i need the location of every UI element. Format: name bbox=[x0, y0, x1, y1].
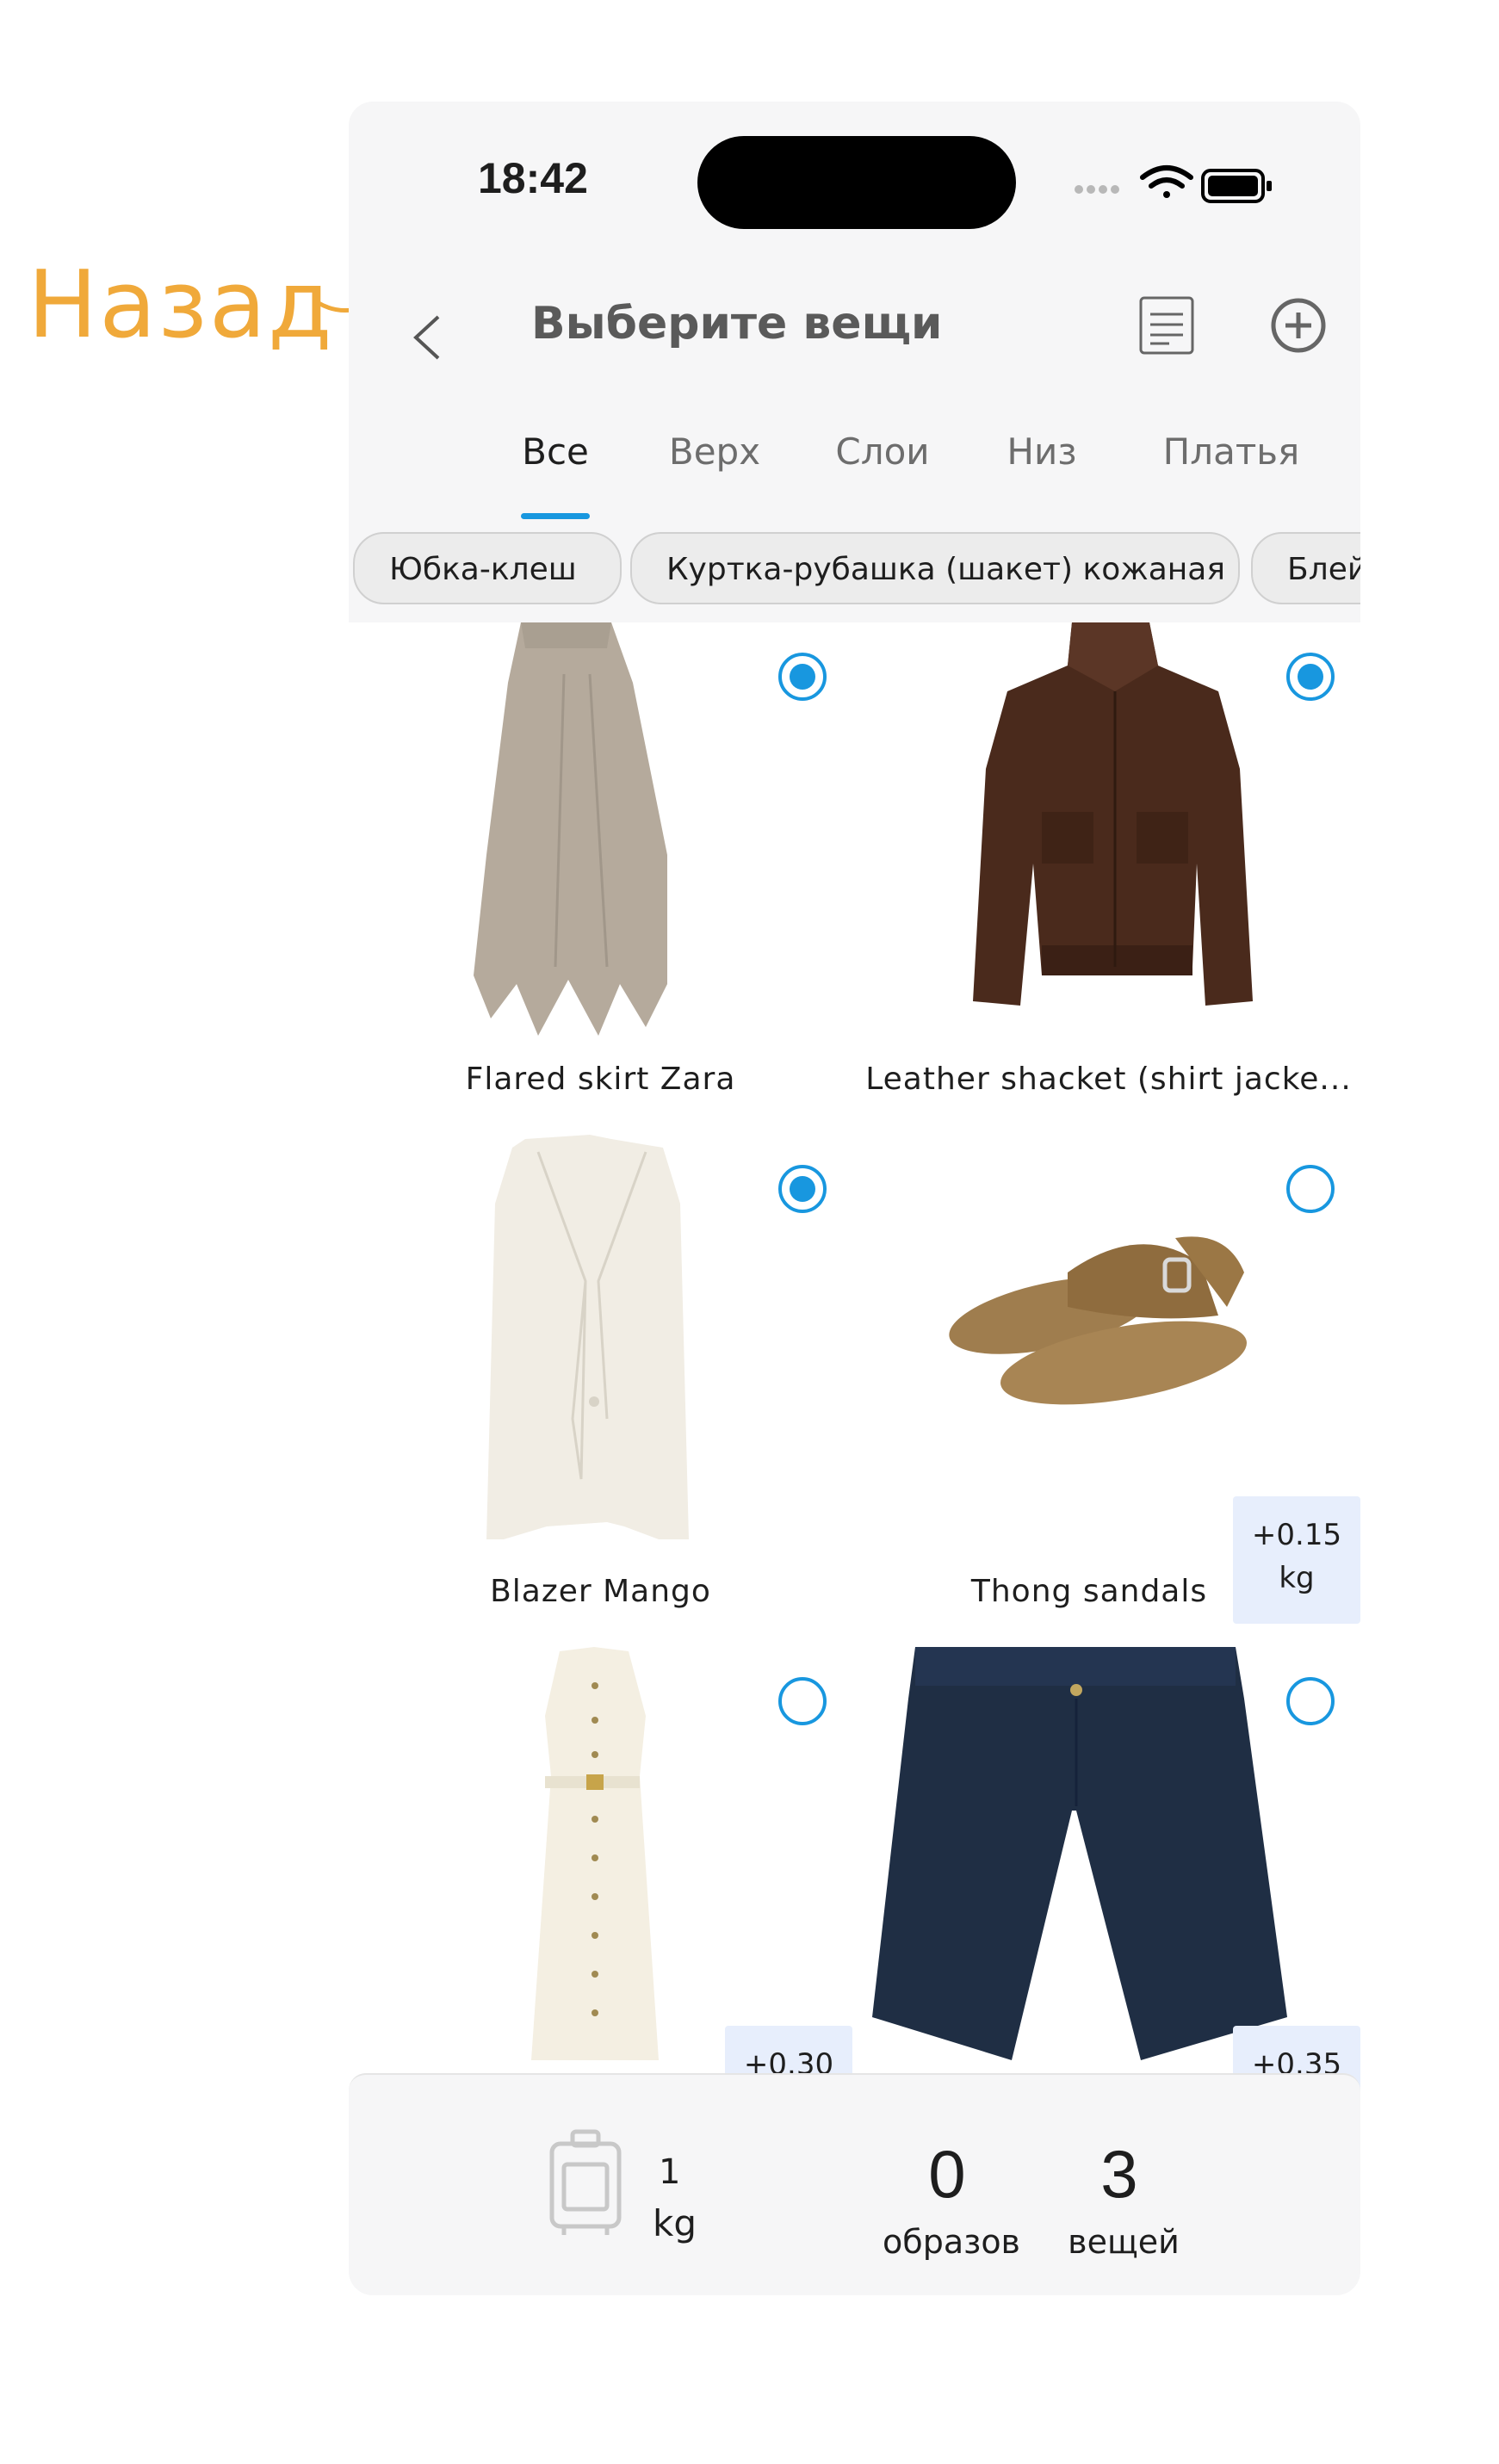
selected-items-chips: Юбка-клеш Куртка-рубашка (шакет) кожаная… bbox=[349, 532, 1360, 627]
item-select-radio[interactable] bbox=[1286, 653, 1335, 701]
item-name: Blazer Mango bbox=[490, 1574, 711, 1609]
tab-layers[interactable]: Слои bbox=[827, 430, 938, 473]
add-circle-icon bbox=[1271, 298, 1326, 353]
item-card[interactable]: Thong sandals +0.15 kg bbox=[857, 1135, 1360, 1638]
tab-top[interactable]: Верх bbox=[659, 430, 771, 473]
back-button[interactable] bbox=[397, 291, 466, 377]
chip-item[interactable]: Юбка-клеш bbox=[353, 532, 622, 604]
items-count: 3 bbox=[1100, 2136, 1138, 2212]
category-tabs: Все Верх Слои Низ Платья bbox=[349, 420, 1360, 549]
total-weight-unit: kg bbox=[653, 2202, 697, 2244]
summary-bar: 1 kg 0 образов 3 вещей bbox=[349, 2073, 1360, 2295]
item-image-shorts bbox=[872, 1647, 1287, 2060]
weight-unit: kg bbox=[1279, 1561, 1315, 1595]
item-image-skirt bbox=[474, 622, 667, 1036]
signal-icon bbox=[1075, 185, 1119, 194]
back-icon bbox=[413, 315, 440, 360]
outfits-count: 0 bbox=[928, 2136, 966, 2212]
page-title: Выберите вещи bbox=[531, 298, 943, 350]
item-image-blazer bbox=[486, 1135, 689, 1539]
dynamic-island bbox=[697, 136, 1016, 229]
wifi-icon bbox=[1140, 165, 1193, 198]
items-label: вещей bbox=[1068, 2223, 1180, 2261]
item-name: Flared skirt Zara bbox=[465, 1062, 736, 1097]
item-select-radio[interactable] bbox=[1286, 1677, 1335, 1725]
tab-dresses[interactable]: Платья bbox=[1158, 430, 1304, 473]
item-card[interactable]: Flared skirt Zara bbox=[349, 622, 852, 1126]
luggage-icon bbox=[549, 2129, 622, 2235]
item-card[interactable]: Blazer Mango bbox=[349, 1135, 852, 1638]
tab-bottom[interactable]: Низ bbox=[994, 430, 1089, 473]
weight-value: +0.15 bbox=[1251, 1518, 1342, 1552]
phone-screen: 18:42 Выберите вещи Все Верх Слои Низ Пл… bbox=[349, 102, 1360, 2295]
chip-item[interactable]: Куртка-рубашка (шакет) кожаная bbox=[630, 532, 1240, 604]
total-weight-value: 1 bbox=[659, 2152, 681, 2192]
item-select-radio[interactable] bbox=[778, 653, 827, 701]
item-select-radio[interactable] bbox=[1286, 1165, 1335, 1213]
list-button[interactable] bbox=[1137, 295, 1197, 356]
outfits-label: образов bbox=[883, 2223, 1020, 2261]
list-icon bbox=[1139, 296, 1194, 355]
active-tab-indicator bbox=[521, 513, 590, 519]
item-select-radio[interactable] bbox=[778, 1677, 827, 1725]
item-card[interactable]: Leather shacket (shirt jacke... bbox=[857, 622, 1360, 1126]
status-icons bbox=[1075, 165, 1272, 203]
tab-all[interactable]: Все bbox=[521, 430, 590, 473]
status-time: 18:42 bbox=[478, 154, 588, 202]
items-grid: Flared skirt Zara Leather shacket (shirt… bbox=[349, 622, 1360, 2164]
add-button[interactable] bbox=[1268, 295, 1329, 356]
item-image-dress bbox=[531, 1647, 659, 2060]
weight-badge: +0.15 kg bbox=[1233, 1496, 1360, 1624]
item-select-radio[interactable] bbox=[778, 1165, 827, 1213]
chip-item[interactable]: Блейзер bbox=[1251, 532, 1360, 604]
item-name: Leather shacket (shirt jacke... bbox=[865, 1062, 1352, 1097]
annotation-label: Назад bbox=[28, 251, 334, 359]
battery-icon bbox=[1201, 169, 1272, 203]
item-image-jacket bbox=[973, 622, 1253, 1006]
